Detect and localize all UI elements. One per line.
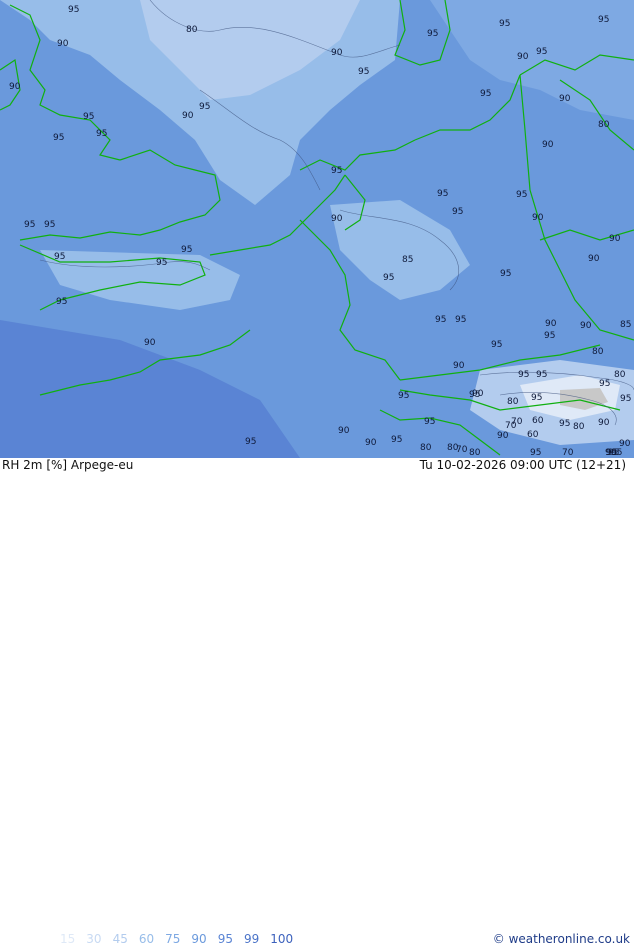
legend-value: 75	[165, 932, 181, 946]
legend-value: 60	[138, 932, 155, 946]
contour-label: 95	[358, 67, 369, 77]
contour-label: 95	[536, 47, 547, 57]
contour-label: 95	[455, 315, 466, 325]
contour-label: 95	[383, 273, 394, 283]
contour-label: 80	[420, 443, 432, 453]
contour-label: 95	[530, 448, 541, 458]
contour-label: 95	[516, 190, 527, 200]
contour-label: 95	[435, 315, 446, 325]
weather-map: 95 80 90 90 95 95 95 95 90 95 90 95 95 90 95 90 80 95 95 90…	[0, 0, 634, 946]
relative-humidity-map: 95 80 90 90 95 95 95 95 90 95 90 95 95 90 95 90 80 95 95 90…	[0, 0, 634, 458]
contour-label: 95	[499, 19, 510, 29]
contour-label: 95	[44, 220, 55, 230]
contour-label: 95	[53, 133, 64, 143]
contour-label: 95	[68, 5, 79, 15]
contour-label: 90	[609, 234, 621, 244]
contour-label: 95	[54, 252, 65, 262]
contour-label: 90	[453, 361, 465, 371]
contour-label: 95	[56, 297, 67, 307]
contour-label: 95	[83, 112, 94, 122]
contour-label: 70	[562, 448, 574, 458]
contour-label: 95	[24, 220, 35, 230]
contour-label: 60	[527, 430, 539, 440]
contour-label: 95	[620, 394, 631, 404]
contour-label: 90	[517, 52, 529, 62]
contour-label: 80	[469, 448, 481, 458]
contour-label: 70	[511, 417, 523, 427]
contour-label: 90	[545, 319, 557, 329]
contour-label: 95	[531, 393, 542, 403]
contour-label: 80	[507, 397, 519, 407]
legend-value: 99	[243, 932, 260, 946]
legend-value: 45	[112, 932, 128, 946]
contour-label: 85	[402, 255, 413, 265]
contour-label: 60	[532, 416, 544, 426]
legend-value: 15	[60, 932, 76, 946]
contour-label: 90	[144, 338, 156, 348]
contour-label: 90	[559, 94, 571, 104]
contour-label: 95	[452, 207, 463, 217]
contour-label: 90	[532, 213, 544, 223]
contour-label: 95	[391, 435, 402, 445]
contour-label: 95	[491, 340, 502, 350]
contour-label: 95	[598, 15, 609, 25]
contour-label: 95	[518, 370, 529, 380]
contour-label: 95	[611, 448, 622, 458]
contour-label: 85	[620, 320, 631, 330]
legend-value: 90	[191, 932, 207, 946]
contour-label: 95	[199, 102, 210, 112]
contour-label: 95	[599, 379, 610, 389]
contour-label: 95	[480, 89, 491, 99]
contour-label: 90	[331, 214, 343, 224]
contour-label: 95	[559, 419, 570, 429]
contour-label: 90	[580, 321, 592, 331]
contour-label: 95	[536, 370, 547, 380]
contour-label: 95	[500, 269, 511, 279]
contour-label: 90	[331, 48, 343, 58]
contour-label: 90	[472, 389, 484, 399]
contour-label: 90	[338, 426, 350, 436]
contour-label: 90	[542, 140, 554, 150]
contour-label: 80	[447, 443, 459, 453]
contour-label: 90	[497, 431, 509, 441]
contour-label: 80	[592, 347, 604, 357]
map-footer: RH 2m [%] Arpege-eu Tu 10-02-2026 09:00 …	[0, 458, 634, 946]
contour-label: 95	[96, 129, 107, 139]
contour-label: 95	[427, 29, 438, 39]
contour-label: 80	[186, 25, 198, 35]
contour-label: 80	[614, 370, 626, 380]
credit-text[interactable]: © weatheronline.co.uk	[493, 932, 630, 946]
contour-label: 95	[331, 166, 342, 176]
contour-label: 95	[544, 331, 555, 341]
legend-value: 100	[270, 932, 294, 946]
map-title: RH 2m [%] Arpege-eu	[2, 458, 134, 472]
contour-label: 80	[573, 422, 585, 432]
contour-label: 80	[598, 120, 610, 130]
contour-label: 95	[181, 245, 192, 255]
contour-label: 90	[57, 39, 69, 49]
contour-label: 90	[365, 438, 377, 448]
contour-label: 95	[398, 391, 409, 401]
contour-label: 90	[588, 254, 600, 264]
contour-label: 95	[156, 258, 167, 268]
contour-label: 95	[437, 189, 448, 199]
contour-label: 90	[182, 111, 194, 121]
contour-label: 90	[9, 82, 21, 92]
contour-label: 95	[424, 417, 435, 427]
legend-value: 30	[86, 932, 102, 946]
legend-value: 95	[217, 932, 233, 946]
contour-label: 90	[598, 418, 610, 428]
forecast-time: Tu 10-02-2026 09:00 UTC (12+21)	[419, 458, 626, 472]
contour-label: 95	[245, 437, 256, 447]
color-legend: 15 30 45 60 75 90 95 99 100	[60, 932, 304, 946]
